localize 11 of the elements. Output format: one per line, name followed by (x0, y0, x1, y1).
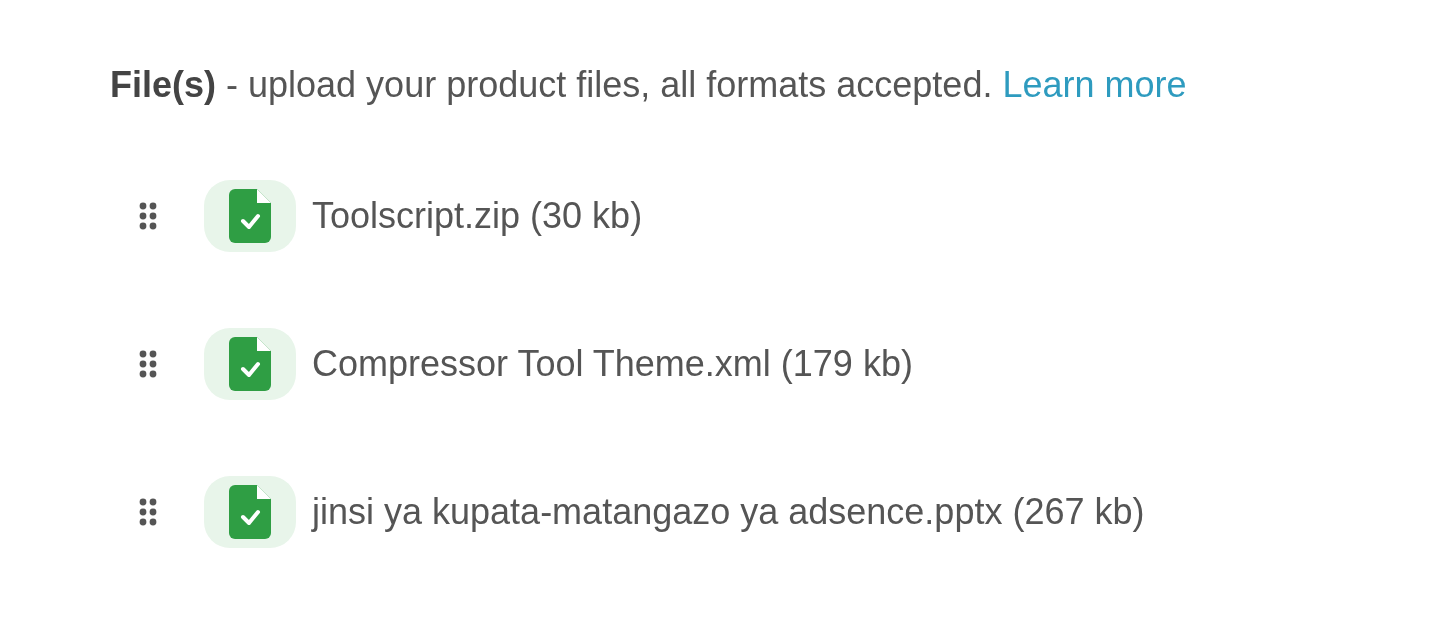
drag-handle-icon[interactable] (138, 349, 158, 379)
file-name: jinsi ya kupata-matangazo ya adsence.pptx (267 kb) (312, 490, 1145, 534)
drag-handle-icon[interactable] (138, 497, 158, 527)
drag-handle-icon[interactable] (138, 201, 158, 231)
upload-instructions: File(s) - upload your product files, all formats accepted. (110, 64, 993, 105)
file-name: Toolscript.zip (30 kb) (312, 194, 643, 238)
file-check-icon (229, 485, 271, 539)
file-check-icon (229, 189, 271, 243)
file-check-icon (229, 337, 271, 391)
learn-more-link[interactable]: Learn more (1002, 64, 1187, 105)
file-name: Compressor Tool Theme.xml (179 kb) (312, 342, 913, 386)
